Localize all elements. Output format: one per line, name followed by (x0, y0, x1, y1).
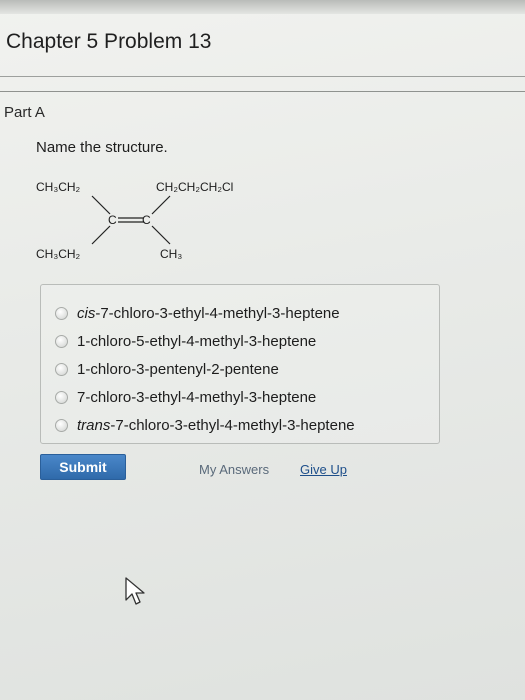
option-label: 1-chloro-3-pentenyl-2-pentene (77, 360, 279, 378)
substituent-top-left: CH₃CH₂ (36, 180, 81, 194)
browser-top-strip (0, 0, 525, 14)
my-answers-link[interactable]: My Answers (199, 462, 269, 477)
divider (0, 91, 525, 92)
answer-option[interactable]: trans-7-chloro-3-ethyl-4-methyl-3-hepten… (55, 414, 355, 436)
question-prompt: Name the structure. (36, 139, 168, 156)
atom-right: C (142, 213, 151, 227)
answer-option[interactable]: 7-chloro-3-ethyl-4-methyl-3-heptene (55, 386, 316, 408)
answer-option[interactable]: 1-chloro-3-pentenyl-2-pentene (55, 358, 279, 380)
substituent-bottom-left: CH₃CH₂ (36, 247, 81, 261)
option-label: 1-chloro-5-ethyl-4-methyl-3-heptene (77, 332, 317, 350)
option-label: trans-7-chloro-3-ethyl-4-methyl-3-hepten… (77, 416, 355, 434)
radio-button-icon[interactable] (55, 334, 68, 348)
divider (0, 76, 525, 77)
answer-choices: cis-7-chloro-3-ethyl-4-methyl-3-heptene … (40, 284, 440, 444)
radio-button-icon[interactable] (55, 306, 68, 320)
substituent-top-right: CH₂CH₂CH₂Cl (156, 180, 234, 194)
substituent-bottom-right: CH₃ (160, 247, 183, 261)
answer-option[interactable]: cis-7-chloro-3-ethyl-4-methyl-3-heptene (55, 302, 340, 324)
radio-button-icon[interactable] (55, 362, 68, 376)
page-title: Chapter 5 Problem 13 (6, 30, 212, 53)
submit-button[interactable]: Submit (40, 454, 126, 480)
answer-option[interactable]: 1-chloro-5-ethyl-4-methyl-3-heptene (55, 330, 316, 352)
chemical-structure: CH₃CH₂ CH₂CH₂CH₂Cl C C CH₃CH₂ CH₃ (30, 168, 290, 278)
give-up-link[interactable]: Give Up (300, 462, 347, 477)
radio-button-icon[interactable] (55, 390, 68, 404)
atom-left: C (108, 213, 117, 227)
mouse-pointer-icon (125, 577, 145, 605)
part-label: Part A (4, 104, 45, 121)
option-label: cis-7-chloro-3-ethyl-4-methyl-3-heptene (77, 304, 340, 322)
option-label: 7-chloro-3-ethyl-4-methyl-3-heptene (77, 388, 317, 406)
radio-button-icon[interactable] (55, 418, 68, 432)
